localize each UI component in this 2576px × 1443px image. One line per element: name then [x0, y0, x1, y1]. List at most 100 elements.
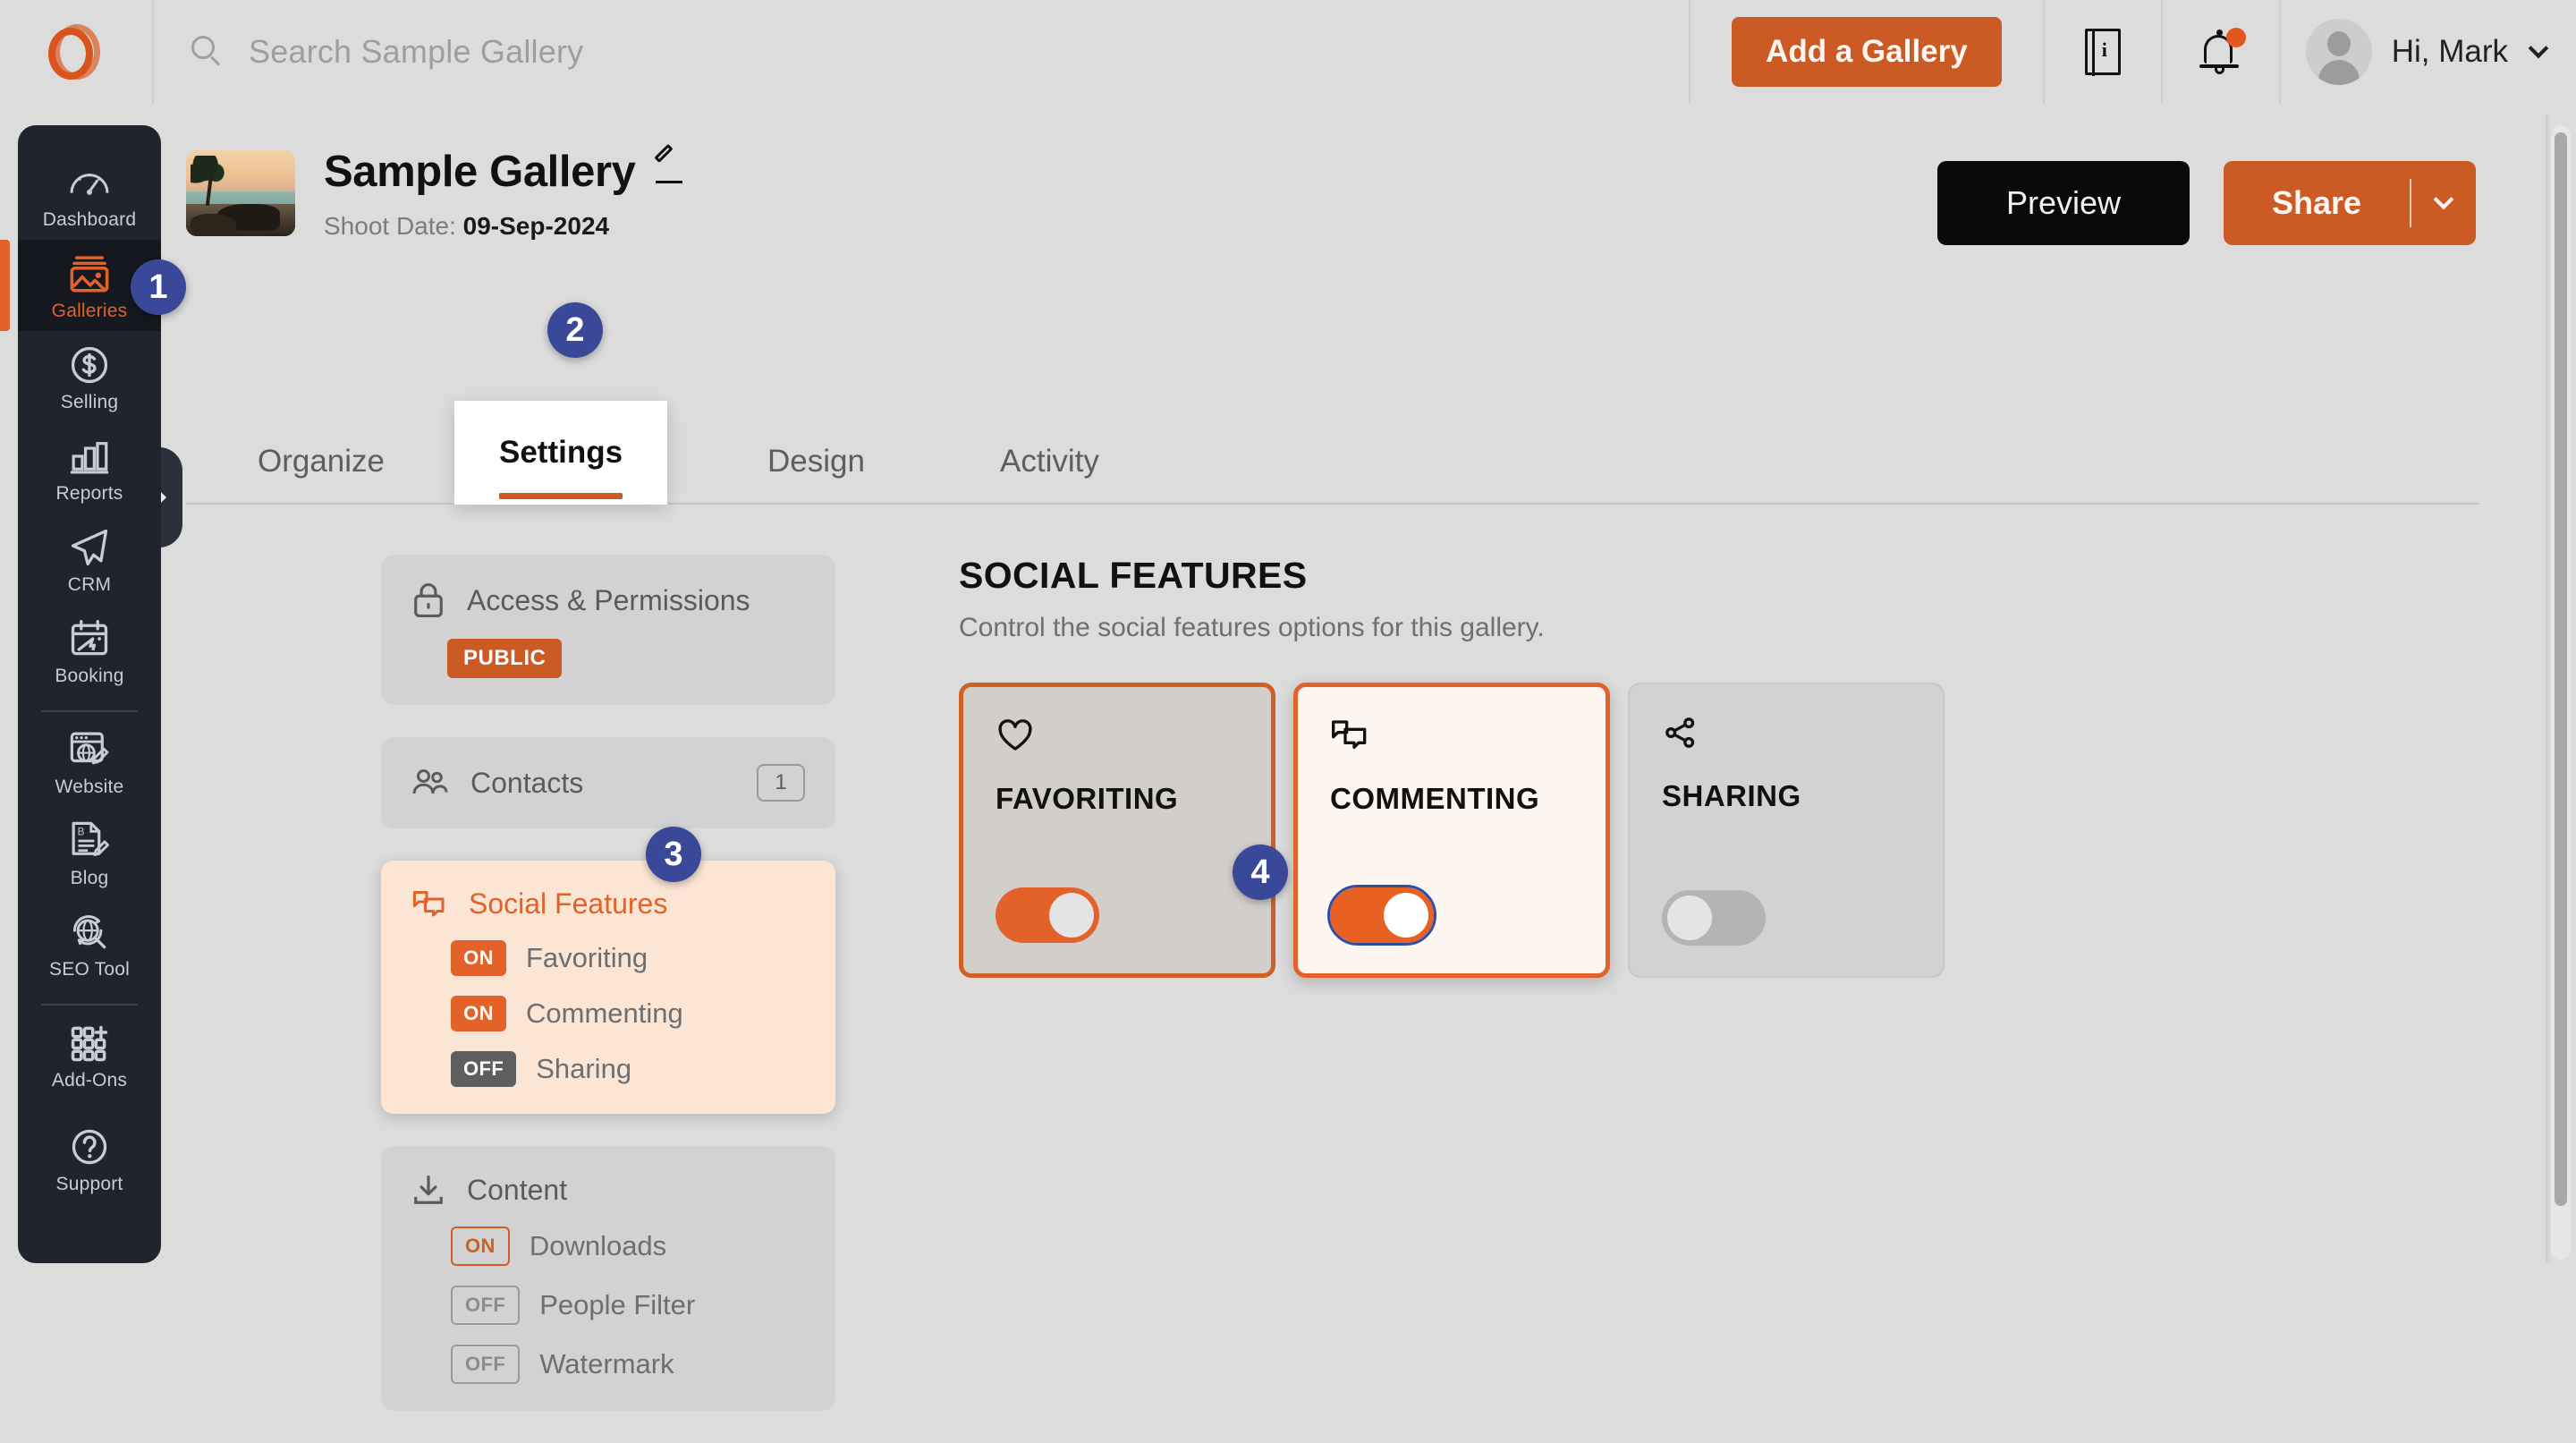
settings-card-title: Access & Permissions	[467, 584, 805, 617]
sidebar-item-label: Website	[55, 777, 124, 798]
notification-dot	[2226, 28, 2246, 47]
dollar-circle-icon	[67, 344, 112, 386]
search-input[interactable]: Search Sample Gallery	[249, 33, 583, 71]
user-greeting: Hi, Mark	[2392, 34, 2508, 70]
settings-card-title: Social Features	[469, 887, 805, 921]
svg-text:B: B	[78, 827, 85, 838]
calendar-cursor-icon	[67, 617, 112, 660]
sidebar-item-support[interactable]: Support	[18, 1113, 161, 1204]
card-sharing[interactable]: SHARING	[1628, 683, 1945, 978]
settings-sections-list: Access & Permissions PUBLIC Contacts 1	[381, 555, 835, 1443]
gallery-thumbnail[interactable]	[186, 150, 295, 236]
share-dropdown-toggle[interactable]	[2411, 199, 2476, 207]
sidebar-item-booking[interactable]: Booking	[18, 605, 161, 696]
tab-settings[interactable]: Settings	[454, 401, 667, 505]
settings-card-contacts[interactable]: Contacts 1	[381, 737, 835, 828]
bar-chart-icon	[67, 435, 112, 478]
image-gallery-icon	[67, 252, 112, 295]
sidebar-item-seo-tool[interactable]: SEO Tool	[18, 898, 161, 989]
sidebar-item-label: Booking	[55, 666, 123, 687]
settings-sub-item-label: Watermark	[539, 1348, 674, 1380]
shoot-date-label: Shoot Date:	[324, 212, 456, 240]
card-commenting[interactable]: COMMENTING	[1293, 683, 1610, 978]
add-gallery-button[interactable]: Add a Gallery	[1732, 17, 2002, 87]
bell-icon	[2198, 28, 2244, 76]
logo-rings-icon	[47, 22, 106, 81]
gallery-tabs: Organize Settings Design Activity	[186, 419, 2479, 505]
sidebar-item-dashboard[interactable]: Dashboard	[18, 149, 161, 240]
gallery-header: Sample Gallery Shoot Date: 09-Sep-2024	[186, 150, 686, 241]
user-menu[interactable]: Hi, Mark	[2281, 0, 2576, 104]
settings-card-title: Contacts	[470, 767, 735, 800]
settings-sub-item[interactable]: ON Downloads	[451, 1227, 805, 1266]
sidebar-item-website[interactable]: Website	[18, 716, 161, 807]
sidebar-item-label: SEO Tool	[49, 959, 130, 980]
settings-card-content[interactable]: Content ON Downloads OFF People Filter O…	[381, 1146, 835, 1411]
sidebar-item-crm[interactable]: CRM	[18, 514, 161, 605]
section-subtitle: Control the social features options for …	[959, 613, 1945, 643]
card-favoriting[interactable]: FAVORITING	[959, 683, 1275, 978]
paper-plane-icon	[67, 526, 112, 569]
chevron-down-icon	[2529, 38, 2549, 59]
step-badge-3: 3	[646, 827, 701, 882]
settings-card-social-features[interactable]: Social Features ON Favoriting ON Comment…	[381, 861, 835, 1114]
share-button[interactable]: Share	[2224, 161, 2476, 245]
card-commenting-toggle[interactable]	[1330, 887, 1434, 943]
status-badge: ON	[451, 1227, 510, 1266]
lock-icon	[411, 581, 445, 619]
settings-sub-item[interactable]: OFF Watermark	[451, 1345, 805, 1384]
step-badge-4: 4	[1233, 845, 1288, 900]
card-favoriting-toggle[interactable]	[996, 887, 1099, 943]
tab-active-indicator	[499, 493, 623, 499]
contacts-count-badge: 1	[757, 764, 805, 802]
sidebar-item-reports[interactable]: Reports	[18, 422, 161, 514]
sidebar-item-label: Add-Ons	[52, 1070, 127, 1091]
help-book-button[interactable]: i	[2045, 0, 2163, 104]
pencil-icon[interactable]	[656, 154, 686, 184]
shoot-date: Shoot Date: 09-Sep-2024	[324, 212, 686, 241]
sidebar-item-selling[interactable]: Selling	[18, 331, 161, 422]
social-features-section: SOCIAL FEATURES Control the social featu…	[959, 555, 1945, 978]
tab-activity[interactable]: Activity	[1000, 419, 1099, 505]
sidebar-item-blog[interactable]: B Blog	[18, 807, 161, 898]
download-icon	[411, 1173, 445, 1207]
scrollbar-thumb[interactable]	[2555, 132, 2567, 1206]
preview-button[interactable]: Preview	[1937, 161, 2190, 245]
sidebar-item-label: CRM	[68, 574, 111, 596]
sidebar-item-label: Selling	[61, 392, 118, 413]
step-badge-1: 1	[131, 259, 186, 315]
tab-settings-label: Settings	[499, 435, 623, 471]
settings-sub-item[interactable]: ON Favoriting	[451, 940, 805, 976]
book-info-icon: i	[2085, 29, 2121, 75]
status-badge: OFF	[451, 1345, 520, 1384]
speedometer-icon	[67, 161, 112, 204]
sidebar-item-add-ons[interactable]: Add-Ons	[18, 1009, 161, 1100]
chat-bubbles-icon	[1330, 717, 1369, 753]
feature-cards: FAVORITING COMMENTING	[959, 683, 1945, 978]
sidebar-item-label: Reports	[56, 483, 123, 505]
status-badge: OFF	[451, 1051, 516, 1087]
settings-card-access-permissions[interactable]: Access & Permissions PUBLIC	[381, 555, 835, 705]
tab-design[interactable]: Design	[767, 419, 865, 505]
question-circle-icon	[67, 1125, 112, 1168]
main-panel: Sample Gallery Shoot Date: 09-Sep-2024 P…	[161, 115, 2522, 1263]
settings-card-title: Content	[467, 1174, 805, 1207]
settings-sub-item[interactable]: OFF Sharing	[451, 1051, 805, 1087]
document-pencil-icon: B	[67, 819, 112, 862]
settings-sub-item[interactable]: ON Commenting	[451, 996, 805, 1031]
notifications-button[interactable]	[2163, 0, 2281, 104]
settings-sub-item-label: Commenting	[526, 997, 683, 1030]
grid-plus-icon	[67, 1022, 112, 1065]
add-gallery-cell: Add a Gallery	[1690, 0, 2045, 104]
share-nodes-icon	[1662, 715, 1699, 751]
search-icon	[191, 36, 224, 68]
vertical-scrollbar[interactable]	[2551, 125, 2571, 1260]
global-search[interactable]: Search Sample Gallery	[154, 0, 1690, 104]
section-title: SOCIAL FEATURES	[959, 555, 1945, 597]
card-title: COMMENTING	[1330, 782, 1573, 816]
tab-organize[interactable]: Organize	[258, 419, 385, 505]
app-logo[interactable]	[0, 0, 154, 104]
shoot-date-value: 09-Sep-2024	[463, 212, 609, 240]
card-sharing-toggle[interactable]	[1662, 890, 1766, 946]
settings-sub-item[interactable]: OFF People Filter	[451, 1286, 805, 1325]
